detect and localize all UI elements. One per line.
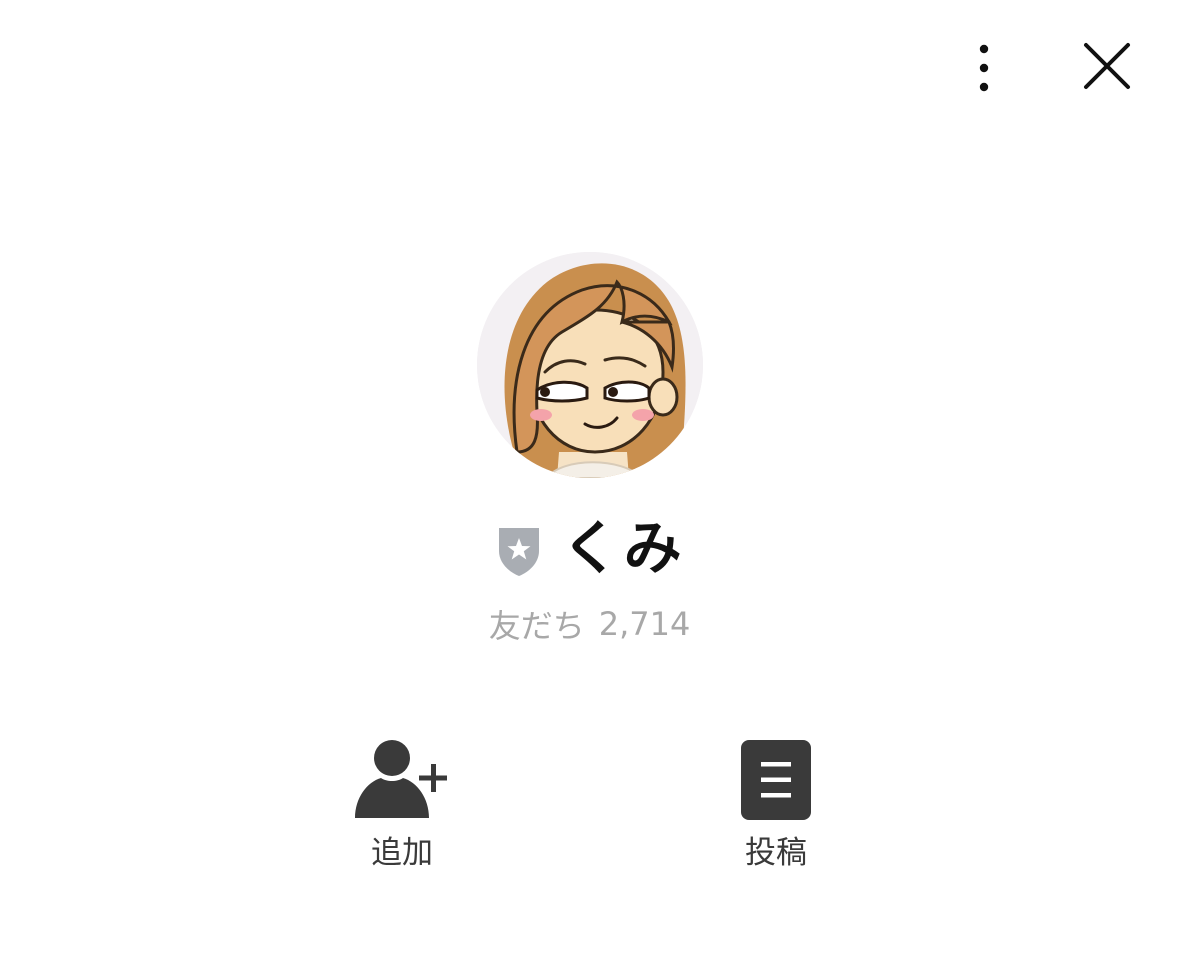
profile-name: くみ [561, 514, 684, 582]
close-icon [1084, 43, 1130, 89]
friends-count: 2,714 [598, 605, 691, 643]
shield-star-icon [499, 528, 540, 576]
add-friend-button[interactable]: 追加 [322, 730, 482, 880]
profile-name-row: くみ [0, 508, 1179, 588]
friends-count-row: 友だち 2,714 [0, 600, 1179, 648]
profile-avatar[interactable] [477, 252, 703, 478]
more-options-button[interactable] [954, 36, 1014, 96]
more-vertical-icon [979, 44, 989, 92]
posts-button[interactable]: 投稿 [696, 730, 856, 880]
friends-label: 友だち [488, 607, 585, 645]
add-friend-label: 追加 [371, 835, 433, 871]
post-list-icon [741, 740, 811, 820]
posts-label: 投稿 [745, 835, 807, 871]
close-button[interactable] [1072, 36, 1142, 96]
add-friend-icon [355, 740, 447, 818]
avatar-illustration [477, 252, 703, 478]
